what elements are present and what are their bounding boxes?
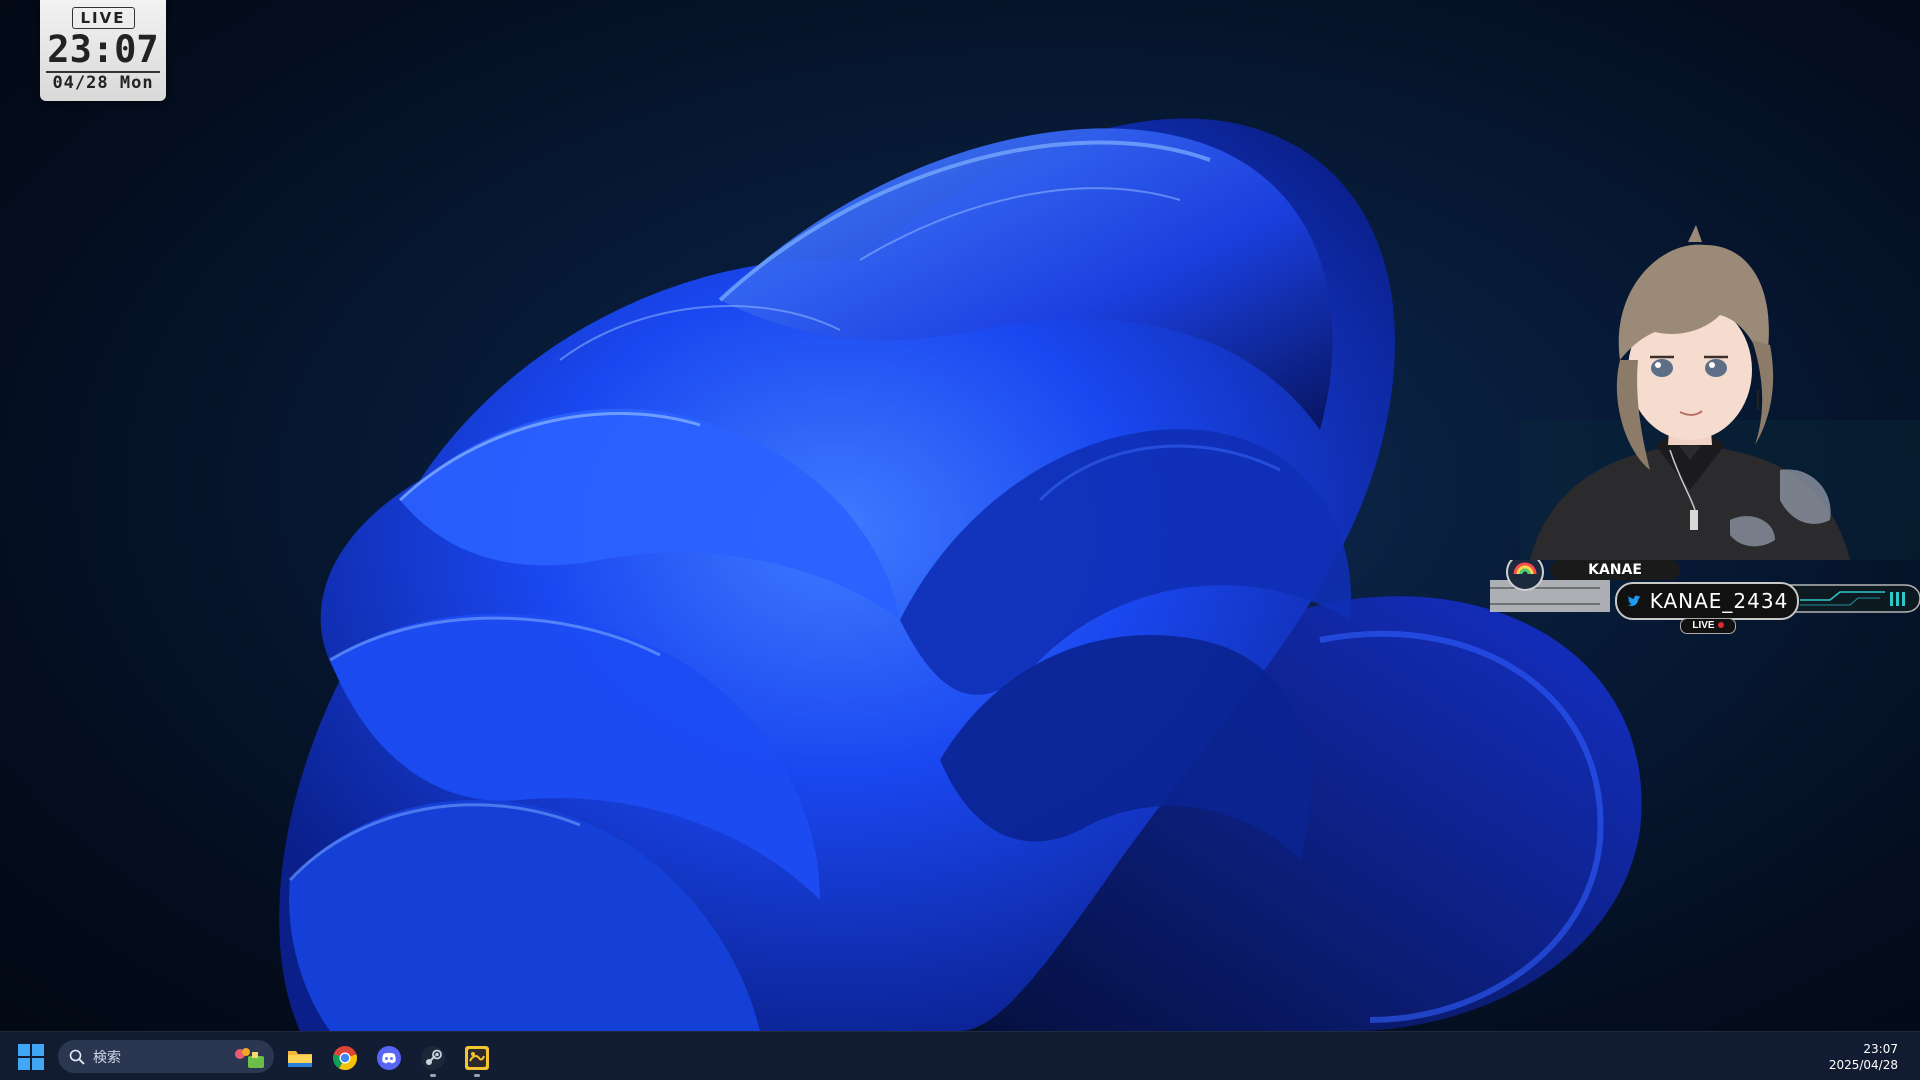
taskbar-app-steam[interactable] (415, 1040, 451, 1077)
search-icon (69, 1049, 85, 1065)
live-indicator-label: LIVE (1692, 620, 1715, 631)
system-tray-clock[interactable]: 23:07 2025/04/28 (1829, 1041, 1898, 1073)
discord-icon (377, 1046, 401, 1070)
windows-start-icon[interactable] (18, 1044, 44, 1070)
taskbar: 検索 23:07 2025/04/28 (0, 1031, 1920, 1080)
clock-time: 23:07 (47, 28, 159, 71)
vtuber-name: KANAE (1550, 560, 1680, 580)
taskbar-app-file-explorer[interactable] (282, 1040, 318, 1076)
twitter-handle: KANAE_2434 (1615, 582, 1799, 620)
live-badge: LIVE (71, 7, 135, 29)
live-clock-widget: LIVE 23:07 04/28 Mon (40, 0, 166, 101)
desktop: LIVE 23:07 04/28 Mon KANAE KANAE_2434 LI… (0, 0, 1920, 1080)
clock-date: 04/28 Mon (46, 71, 160, 93)
live-dot (1717, 622, 1724, 628)
folder-icon (288, 1051, 312, 1067)
vtuber-overlay: KANAE KANAE_2434 LIVE (1490, 220, 1920, 634)
vtuber-avatar (1520, 225, 1920, 560)
handle-text: KANAE_2434 (1649, 589, 1789, 613)
taskbar-app-chrome[interactable] (327, 1040, 363, 1076)
running-indicator (474, 1074, 480, 1077)
vtuber-nameplate: KANAE KANAE_2434 LIVE (1490, 560, 1920, 634)
tray-time: 23:07 (1863, 1042, 1898, 1056)
search-highlight-icon (235, 1048, 264, 1068)
taskbar-search-box[interactable]: 検索 (58, 1040, 274, 1073)
search-placeholder: 検索 (93, 1049, 121, 1066)
tray-date: 2025/04/28 (1828, 1058, 1898, 1072)
running-indicator (430, 1074, 436, 1077)
live-indicator: LIVE (1680, 618, 1736, 634)
chrome-icon (333, 1046, 357, 1070)
taskbar-app-streaming[interactable] (459, 1040, 495, 1077)
taskbar-app-discord[interactable] (371, 1040, 407, 1076)
steam-icon (421, 1046, 445, 1070)
twitter-bird-icon (1627, 595, 1641, 607)
app-icon (465, 1046, 489, 1070)
